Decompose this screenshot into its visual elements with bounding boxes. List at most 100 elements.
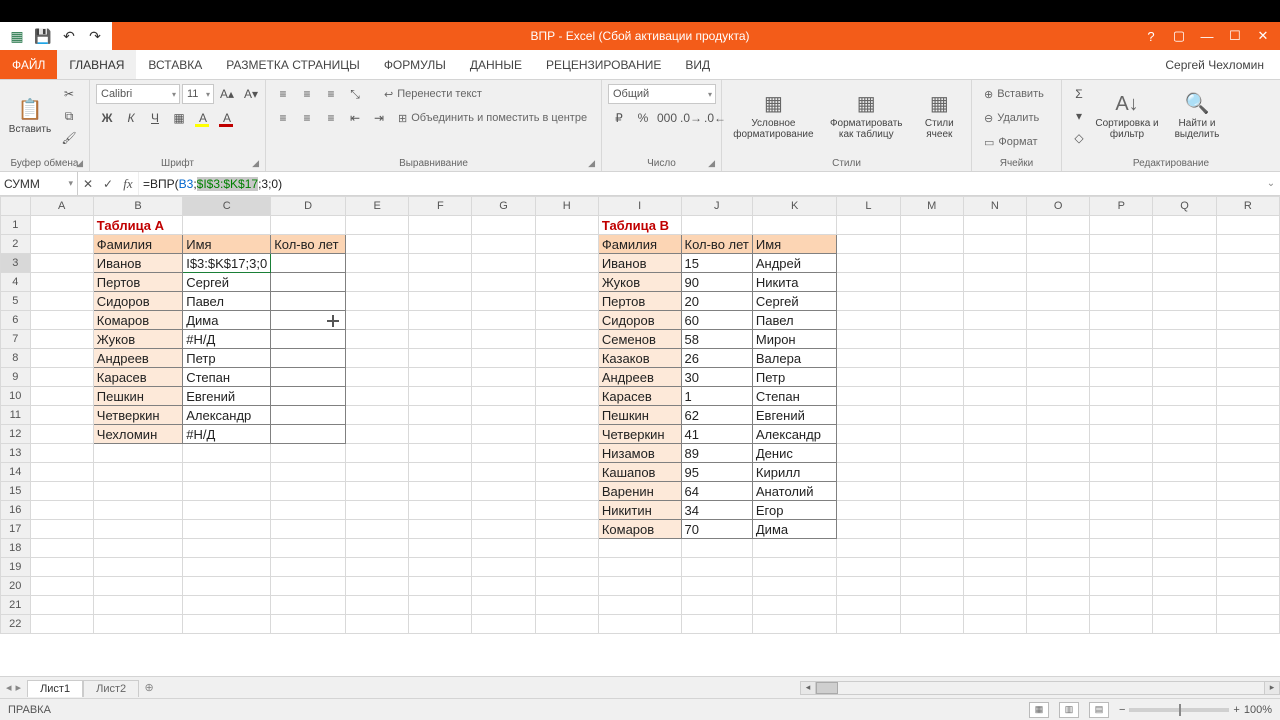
cell-J1[interactable] <box>681 216 752 235</box>
cell-J11[interactable]: 62 <box>681 406 752 425</box>
cell-E7[interactable] <box>346 330 409 349</box>
cell-B22[interactable] <box>93 615 182 634</box>
cell-N5[interactable] <box>963 292 1026 311</box>
cell-B12[interactable]: Чехломин <box>93 425 182 444</box>
help-icon[interactable]: ? <box>1138 25 1164 47</box>
cell-H17[interactable] <box>535 520 598 539</box>
cell-B13[interactable] <box>93 444 182 463</box>
cell-N6[interactable] <box>963 311 1026 330</box>
cell-J7[interactable]: 58 <box>681 330 752 349</box>
cell-K20[interactable] <box>752 577 837 596</box>
cell-E16[interactable] <box>346 501 409 520</box>
cell-P21[interactable] <box>1090 596 1153 615</box>
cell-E4[interactable] <box>346 273 409 292</box>
cell-B15[interactable] <box>93 482 182 501</box>
col-header-G[interactable]: G <box>472 197 535 216</box>
cell-P15[interactable] <box>1090 482 1153 501</box>
cell-B18[interactable] <box>93 539 182 558</box>
cell-I22[interactable] <box>598 615 681 634</box>
cell-G20[interactable] <box>472 577 535 596</box>
cell-K2[interactable]: Имя <box>752 235 837 254</box>
cell-E22[interactable] <box>346 615 409 634</box>
cell-D4[interactable] <box>271 273 346 292</box>
cell-G15[interactable] <box>472 482 535 501</box>
cell-P22[interactable] <box>1090 615 1153 634</box>
comma-icon[interactable]: 000 <box>656 108 678 128</box>
cell-M14[interactable] <box>900 463 963 482</box>
row-header-5[interactable]: 5 <box>1 292 31 311</box>
cell-Q5[interactable] <box>1153 292 1216 311</box>
cell-O9[interactable] <box>1027 368 1090 387</box>
cell-G1[interactable] <box>472 216 535 235</box>
cell-E11[interactable] <box>346 406 409 425</box>
cell-A14[interactable] <box>30 463 93 482</box>
cell-N11[interactable] <box>963 406 1026 425</box>
cell-E14[interactable] <box>346 463 409 482</box>
col-header-O[interactable]: O <box>1027 197 1090 216</box>
cell-A10[interactable] <box>30 387 93 406</box>
spreadsheet-grid[interactable]: ABCDEFGHIJKLMNOPQR1Таблица АТаблица В2Фа… <box>0 196 1280 676</box>
cell-E8[interactable] <box>346 349 409 368</box>
col-header-B[interactable]: B <box>93 197 182 216</box>
cell-I19[interactable] <box>598 558 681 577</box>
cell-L20[interactable] <box>837 577 900 596</box>
align-middle-icon[interactable]: ≡ <box>296 84 318 104</box>
cell-D9[interactable] <box>271 368 346 387</box>
cell-B7[interactable]: Жуков <box>93 330 182 349</box>
cell-G8[interactable] <box>472 349 535 368</box>
cell-R7[interactable] <box>1216 330 1279 349</box>
currency-icon[interactable]: ₽ <box>608 108 630 128</box>
cell-D18[interactable] <box>271 539 346 558</box>
cell-H9[interactable] <box>535 368 598 387</box>
cell-L22[interactable] <box>837 615 900 634</box>
row-header-7[interactable]: 7 <box>1 330 31 349</box>
cell-C22[interactable] <box>183 615 271 634</box>
cell-M3[interactable] <box>900 254 963 273</box>
cell-K3[interactable]: Андрей <box>752 254 837 273</box>
sheet-tab-1[interactable]: Лист1 <box>27 680 83 697</box>
cell-G12[interactable] <box>472 425 535 444</box>
cell-C10[interactable]: Евгений <box>183 387 271 406</box>
minimize-icon[interactable]: — <box>1194 25 1220 47</box>
cell-I9[interactable]: Андреев <box>598 368 681 387</box>
fill-color-icon[interactable]: A <box>192 108 214 128</box>
cell-K18[interactable] <box>752 539 837 558</box>
cell-P12[interactable] <box>1090 425 1153 444</box>
cell-E21[interactable] <box>346 596 409 615</box>
cell-G10[interactable] <box>472 387 535 406</box>
cell-D2[interactable]: Кол-во лет <box>271 235 346 254</box>
cell-L9[interactable] <box>837 368 900 387</box>
cell-G7[interactable] <box>472 330 535 349</box>
enter-formula-icon[interactable]: ✓ <box>98 177 118 191</box>
cell-E18[interactable] <box>346 539 409 558</box>
row-header-17[interactable]: 17 <box>1 520 31 539</box>
cell-E3[interactable] <box>346 254 409 273</box>
cell-Q15[interactable] <box>1153 482 1216 501</box>
cell-Q11[interactable] <box>1153 406 1216 425</box>
clear-icon[interactable]: ◇ <box>1068 128 1090 148</box>
cell-J3[interactable]: 15 <box>681 254 752 273</box>
cell-D7[interactable] <box>271 330 346 349</box>
cell-D14[interactable] <box>271 463 346 482</box>
cell-Q1[interactable] <box>1153 216 1216 235</box>
cell-E9[interactable] <box>346 368 409 387</box>
cell-M7[interactable] <box>900 330 963 349</box>
cell-D21[interactable] <box>271 596 346 615</box>
wrap-text-button[interactable]: ↩Перенести текст <box>378 84 488 104</box>
cell-C2[interactable]: Имя <box>183 235 271 254</box>
cell-L4[interactable] <box>837 273 900 292</box>
cell-A21[interactable] <box>30 596 93 615</box>
cell-L10[interactable] <box>837 387 900 406</box>
cell-N18[interactable] <box>963 539 1026 558</box>
increase-indent-icon[interactable]: ⇥ <box>368 108 390 128</box>
cell-F16[interactable] <box>409 501 472 520</box>
row-header-2[interactable]: 2 <box>1 235 31 254</box>
cell-C6[interactable]: Дима <box>183 311 271 330</box>
cell-B16[interactable] <box>93 501 182 520</box>
col-header-C[interactable]: C <box>183 197 271 216</box>
cell-Q20[interactable] <box>1153 577 1216 596</box>
cell-K7[interactable]: Мирон <box>752 330 837 349</box>
cell-P11[interactable] <box>1090 406 1153 425</box>
cell-D17[interactable] <box>271 520 346 539</box>
cell-P2[interactable] <box>1090 235 1153 254</box>
